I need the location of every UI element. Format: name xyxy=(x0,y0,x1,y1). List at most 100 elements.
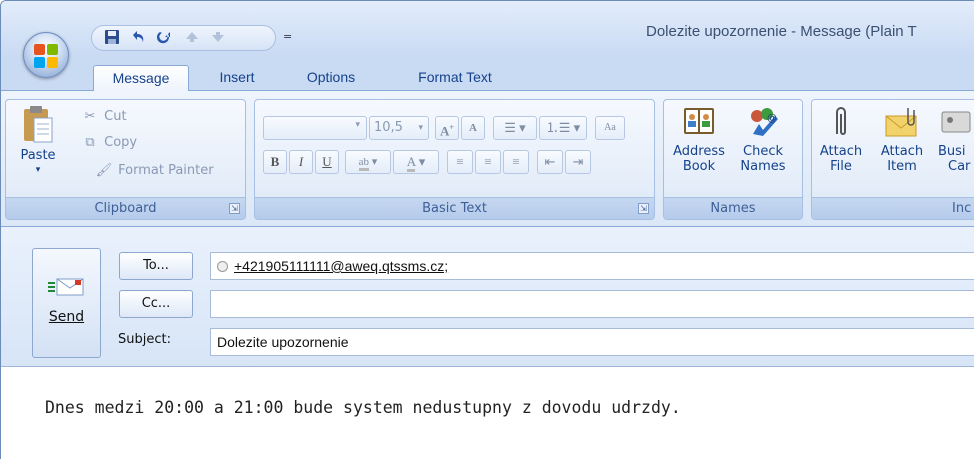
shrink-font-button[interactable]: A xyxy=(461,116,485,140)
business-card-label-2: Car xyxy=(948,159,971,174)
attach-file-label-1: Attach xyxy=(819,144,863,159)
tab-options[interactable]: Options xyxy=(295,65,367,91)
cc-field[interactable] xyxy=(210,290,974,318)
ribbon-tabs: Message Insert Options Format Text xyxy=(1,57,974,91)
clipboard-group: Paste ▾ ✂ Cut ⧉ Copy 🖌 Format Painter Cl… xyxy=(5,99,246,220)
include-group: Attach File Attach Item Busi Car Inc xyxy=(811,99,974,220)
undo-icon[interactable] xyxy=(128,29,148,47)
check-names-label-1: Check xyxy=(743,144,783,159)
quick-access-toolbar xyxy=(91,25,276,51)
decrease-indent-button[interactable]: ⇤ xyxy=(537,150,563,174)
redo-icon[interactable] xyxy=(154,29,174,47)
message-body-text[interactable]: Dnes medzi 20:00 a 21:00 bude system ned… xyxy=(45,398,681,417)
names-group-label: Names xyxy=(664,197,802,219)
copy-button[interactable]: ⧉ Copy xyxy=(80,132,137,154)
basic-text-group: ▾ 10,5 ▾ A+ A ☰ ▾ ⒈☰ ▾ Aa B I U ab ▾ A ▾… xyxy=(254,99,655,220)
font-color-button[interactable]: A ▾ xyxy=(393,150,439,174)
address-book-icon xyxy=(668,104,730,144)
basic-text-group-label: Basic Text xyxy=(255,197,654,219)
address-book-label-2: Book xyxy=(682,159,716,174)
increase-indent-button[interactable]: ⇥ xyxy=(565,150,591,174)
address-book-label-1: Address xyxy=(673,144,725,159)
ribbon: Paste ▾ ✂ Cut ⧉ Copy 🖌 Format Painter Cl… xyxy=(1,90,974,227)
check-names-label-2: Names xyxy=(740,159,786,174)
paste-dropdown-icon[interactable]: ▾ xyxy=(12,163,64,178)
clipboard-launcher-icon[interactable]: ⇲ xyxy=(229,203,240,214)
align-right-icon: ≡ xyxy=(512,154,520,169)
to-button[interactable]: To... xyxy=(119,252,193,280)
save-icon[interactable] xyxy=(102,29,122,47)
paste-icon xyxy=(12,104,64,148)
font-name-dropdown-icon[interactable]: ▾ xyxy=(355,120,360,130)
grow-font-label: A xyxy=(440,123,450,139)
bullets-button[interactable]: ☰ ▾ xyxy=(493,116,537,140)
outlook-message-window: = Dolezite upozornenie - Message (Plain … xyxy=(0,0,974,459)
next-item-icon[interactable] xyxy=(208,29,228,47)
styles-button[interactable]: Aa xyxy=(595,116,625,140)
attach-item-button[interactable]: Attach Item xyxy=(876,104,928,174)
window-title: Dolezite upozornenie - Message (Plain T xyxy=(646,23,917,40)
numbering-icon: ⒈☰ ▾ xyxy=(545,120,581,135)
subject-label: Subject: xyxy=(118,332,171,347)
address-book-button[interactable]: Address Book xyxy=(668,104,730,174)
increase-indent-icon: ⇥ xyxy=(572,154,584,169)
to-field[interactable]: +421905111111@aweq.qtssms.cz; xyxy=(210,252,974,280)
send-button[interactable]: Send xyxy=(32,248,101,358)
styles-icon: Aa xyxy=(604,122,616,133)
font-color-label: A xyxy=(406,154,416,172)
cut-label: Cut xyxy=(104,109,127,124)
presence-icon xyxy=(217,261,228,272)
bold-button[interactable]: B xyxy=(263,150,287,174)
shrink-font-label: A xyxy=(469,122,477,134)
office-logo-icon xyxy=(34,44,58,68)
align-left-button[interactable]: ≡ xyxy=(447,150,473,174)
font-size-combo[interactable]: 10,5 ▾ xyxy=(369,116,429,140)
tab-format-text[interactable]: Format Text xyxy=(401,65,509,91)
names-group: Address Book @ Check Names Names xyxy=(663,99,803,220)
align-center-icon: ≡ xyxy=(484,154,492,169)
paste-button[interactable]: Paste ▾ xyxy=(12,104,64,178)
basic-text-launcher-icon[interactable]: ⇲ xyxy=(638,203,649,214)
office-button[interactable] xyxy=(23,32,69,78)
brush-icon: 🖌 xyxy=(95,163,113,178)
underline-button[interactable]: U xyxy=(315,150,339,174)
attach-file-label-2: File xyxy=(830,159,852,174)
send-envelope-icon xyxy=(33,275,100,303)
svg-text:@: @ xyxy=(767,113,777,124)
italic-button[interactable]: I xyxy=(289,150,313,174)
numbering-button[interactable]: ⒈☰ ▾ xyxy=(539,116,587,140)
bullets-icon: ☰ ▾ xyxy=(504,120,526,135)
clipboard-group-label: Clipboard xyxy=(6,197,245,219)
scissors-icon: ✂ xyxy=(84,109,96,124)
include-group-label: Inc xyxy=(812,197,974,219)
envelope-attach-icon xyxy=(876,104,928,144)
font-size-value: 10,5 xyxy=(374,120,403,135)
font-size-dropdown-icon[interactable]: ▾ xyxy=(418,117,423,139)
format-painter-button[interactable]: 🖌 Format Painter xyxy=(94,160,214,182)
copy-label: Copy xyxy=(104,135,138,150)
align-right-button[interactable]: ≡ xyxy=(503,150,529,174)
check-names-button[interactable]: @ Check Names xyxy=(732,104,794,174)
tab-insert[interactable]: Insert xyxy=(209,65,265,91)
previous-item-icon[interactable] xyxy=(182,29,202,47)
grow-font-button[interactable]: A+ xyxy=(435,116,459,140)
check-names-icon: @ xyxy=(732,104,794,144)
tab-message[interactable]: Message xyxy=(93,65,189,91)
attach-file-button[interactable]: Attach File xyxy=(816,104,866,174)
subject-field[interactable]: Dolezite upozornenie xyxy=(210,328,974,356)
cc-button[interactable]: Cc... xyxy=(119,290,193,318)
format-painter-label: Format Painter xyxy=(118,163,214,178)
business-card-label-1: Busi xyxy=(938,144,966,159)
attach-item-label-1: Attach xyxy=(880,144,924,159)
to-recipient[interactable]: +421905111111@aweq.qtssms.cz; xyxy=(234,258,448,274)
align-left-icon: ≡ xyxy=(456,154,464,169)
align-center-button[interactable]: ≡ xyxy=(475,150,501,174)
business-card-icon xyxy=(938,104,974,144)
highlight-button[interactable]: ab ▾ xyxy=(345,150,391,174)
title-bar: = Dolezite upozornenie - Message (Plain … xyxy=(1,1,974,57)
font-name-combo[interactable]: ▾ xyxy=(263,116,367,140)
business-card-button[interactable]: Busi Car xyxy=(938,104,974,174)
cut-button[interactable]: ✂ Cut xyxy=(80,106,127,128)
attach-item-label-2: Item xyxy=(887,159,917,174)
customize-dropdown-icon[interactable]: = xyxy=(283,30,292,43)
